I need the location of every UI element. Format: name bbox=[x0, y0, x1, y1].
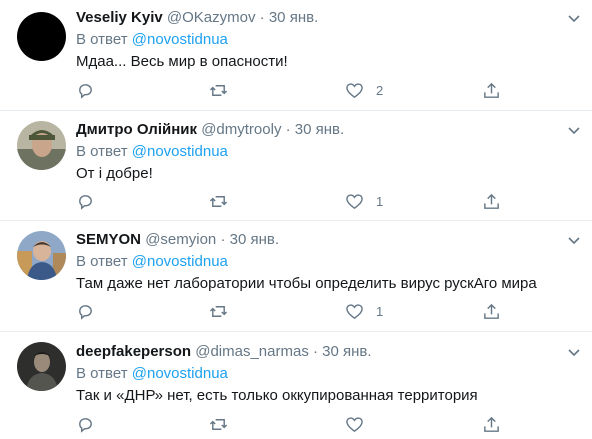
avatar-photo bbox=[17, 231, 66, 280]
reply-prefix: В ответ bbox=[76, 31, 128, 48]
tweet-text: Мдаа... Весь мир в опасности! bbox=[76, 53, 288, 70]
reply-mention-link[interactable]: @novostidnua bbox=[132, 253, 228, 270]
chevron-down-icon[interactable] bbox=[566, 10, 582, 26]
retweet-button[interactable] bbox=[209, 191, 228, 211]
reply-icon bbox=[79, 83, 92, 99]
tweet[interactable]: Veseliy Kyiv @OKazymov · 30 янв. В ответ… bbox=[0, 0, 592, 111]
avatar[interactable] bbox=[17, 231, 66, 280]
retweet-button[interactable] bbox=[209, 414, 228, 434]
reply-button[interactable] bbox=[76, 414, 95, 434]
reply-button[interactable] bbox=[76, 301, 95, 321]
heart-icon bbox=[346, 416, 363, 432]
reply-mention-link[interactable]: @novostidnua bbox=[132, 31, 228, 48]
tweet-actions: 1 bbox=[76, 191, 516, 211]
reply-prefix: В ответ bbox=[76, 365, 128, 382]
tweet[interactable]: SEMYON @semyion · 30 янв. В ответ @novos… bbox=[0, 221, 592, 332]
avatar[interactable] bbox=[17, 121, 66, 170]
reply-context: В ответ @novostidnua bbox=[76, 142, 580, 162]
reply-prefix: В ответ bbox=[76, 143, 128, 160]
tweet[interactable]: Дмитро Олійник @dmytrooly · 30 янв. В от… bbox=[0, 111, 592, 221]
share-button[interactable] bbox=[482, 191, 501, 211]
tweet-date[interactable]: 30 янв. bbox=[295, 121, 344, 138]
chevron-down-icon[interactable] bbox=[566, 232, 582, 248]
author-name[interactable]: Дмитро Олійник bbox=[76, 121, 197, 138]
author-handle[interactable]: @dimas_narmas bbox=[195, 343, 309, 360]
share-button[interactable] bbox=[482, 301, 501, 321]
separator-dot: · bbox=[285, 121, 291, 138]
avatar-photo bbox=[17, 342, 66, 391]
separator-dot: · bbox=[220, 231, 226, 248]
heart-icon bbox=[346, 193, 363, 209]
retweet-button[interactable] bbox=[209, 301, 228, 321]
like-count: 1 bbox=[376, 193, 384, 209]
author-handle[interactable]: @semyion bbox=[145, 231, 216, 248]
tweet-actions: 1 bbox=[76, 301, 516, 321]
author-name[interactable]: SEMYON bbox=[76, 231, 141, 248]
reply-button[interactable] bbox=[76, 191, 95, 211]
chevron-down-icon[interactable] bbox=[566, 344, 582, 360]
like-count: 1 bbox=[376, 303, 384, 319]
tweet-header: deepfakeperson @dimas_narmas · 30 янв. bbox=[76, 342, 580, 362]
heart-icon bbox=[346, 82, 363, 98]
chevron-down-icon[interactable] bbox=[566, 122, 582, 138]
tweet-date[interactable]: 30 янв. bbox=[322, 343, 371, 360]
author-name[interactable]: deepfakeperson bbox=[76, 343, 191, 360]
retweet-icon bbox=[209, 195, 228, 207]
retweet-icon bbox=[209, 305, 228, 317]
tweet[interactable]: deepfakeperson @dimas_narmas · 30 янв. В… bbox=[0, 332, 592, 439]
tweet-text: Так и «ДНР» нет, есть только оккупирован… bbox=[76, 387, 478, 404]
reply-button[interactable] bbox=[76, 80, 95, 100]
like-button[interactable]: 2 bbox=[345, 80, 383, 100]
avatar[interactable] bbox=[17, 342, 66, 391]
reply-icon bbox=[79, 417, 92, 433]
share-button[interactable] bbox=[482, 414, 501, 434]
retweet-icon bbox=[209, 418, 228, 430]
tweet-header: Дмитро Олійник @dmytrooly · 30 янв. bbox=[76, 120, 580, 140]
tweet-actions bbox=[76, 414, 516, 434]
share-icon bbox=[484, 416, 499, 432]
share-icon bbox=[484, 82, 499, 98]
tweet-text: От і добре! bbox=[76, 165, 153, 182]
share-icon bbox=[484, 303, 499, 319]
reply-context: В ответ @novostidnua bbox=[76, 30, 580, 50]
retweet-icon bbox=[209, 84, 228, 96]
reply-mention-link[interactable]: @novostidnua bbox=[132, 365, 228, 382]
heart-icon bbox=[346, 303, 363, 319]
like-button[interactable] bbox=[345, 414, 376, 434]
separator-dot: · bbox=[259, 9, 265, 26]
author-handle[interactable]: @OKazymov bbox=[167, 9, 256, 26]
reply-icon bbox=[79, 304, 92, 320]
tweet-header: Veseliy Kyiv @OKazymov · 30 янв. bbox=[76, 8, 580, 28]
reply-context: В ответ @novostidnua bbox=[76, 252, 580, 272]
like-button[interactable]: 1 bbox=[345, 191, 383, 211]
like-button[interactable]: 1 bbox=[345, 301, 383, 321]
share-button[interactable] bbox=[482, 80, 501, 100]
author-handle[interactable]: @dmytrooly bbox=[201, 121, 281, 138]
share-icon bbox=[484, 193, 499, 209]
like-count: 2 bbox=[376, 82, 384, 98]
tweet-header: SEMYON @semyion · 30 янв. bbox=[76, 230, 580, 250]
avatar[interactable] bbox=[17, 12, 66, 61]
author-name[interactable]: Veseliy Kyiv bbox=[76, 9, 163, 26]
reply-context: В ответ @novostidnua bbox=[76, 364, 580, 384]
reply-icon bbox=[79, 194, 92, 210]
retweet-button[interactable] bbox=[209, 80, 228, 100]
reply-mention-link[interactable]: @novostidnua bbox=[132, 143, 228, 160]
reply-prefix: В ответ bbox=[76, 253, 128, 270]
avatar-photo bbox=[17, 121, 66, 170]
tweet-date[interactable]: 30 янв. bbox=[230, 231, 279, 248]
separator-dot: · bbox=[313, 343, 318, 360]
tweet-actions: 2 bbox=[76, 80, 516, 100]
tweet-date[interactable]: 30 янв. bbox=[269, 9, 318, 26]
tweet-text: Там даже нет лаборатории чтобы определит… bbox=[76, 275, 537, 292]
